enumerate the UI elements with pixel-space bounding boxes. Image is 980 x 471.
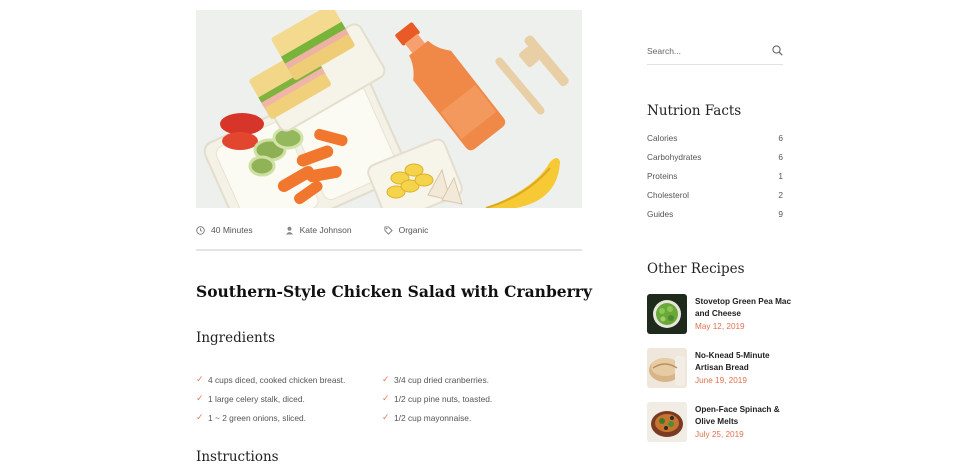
search-box	[647, 44, 783, 65]
ingredient-item: ✓ 1/2 cup mayonnaise.	[382, 412, 472, 423]
fact-count: 1	[778, 171, 783, 181]
fact-item[interactable]: Carbohydrates 6	[647, 152, 783, 171]
check-icon: ✓	[382, 412, 390, 422]
recipe-item[interactable]: Stovetop Green Pea Mac and Cheese May 12…	[647, 294, 797, 334]
hero-image	[196, 10, 582, 208]
recipe-title[interactable]: Stovetop Green Pea Mac and Cheese	[695, 296, 795, 319]
recipe-thumbnail[interactable]	[647, 294, 687, 334]
fact-count: 9	[778, 209, 783, 219]
fact-item[interactable]: Cholesterol 2	[647, 190, 783, 209]
recipe-title[interactable]: No-Knead 5-Minute Artisan Bread	[695, 350, 795, 373]
ingredients-heading: Ingredients	[196, 330, 276, 346]
ingredient-item: ✓ 4 cups diced, cooked chicken breast.	[196, 374, 346, 385]
lunchbox-illustration	[196, 10, 582, 208]
tag-icon	[384, 225, 393, 235]
nutrition-facts-list: Calories 6 Carbohydrates 6 Proteins 1 Chole…	[647, 133, 783, 228]
meta-author[interactable]: Kate Johnson	[285, 225, 352, 235]
search-input[interactable]	[647, 46, 757, 56]
recipe-item[interactable]: Open-Face Spinach & Olive Melts July 25,…	[647, 402, 797, 442]
divider	[196, 249, 582, 251]
post-title: Southern-Style Chicken Salad with Cranbe…	[196, 282, 592, 301]
ingredient-item: ✓ 1 ~ 2 green onions, sliced.	[196, 412, 307, 423]
meta-time: 40 Minutes	[196, 225, 253, 235]
check-icon: ✓	[196, 374, 204, 384]
meta-author-label[interactable]: Kate Johnson	[300, 225, 352, 235]
user-icon	[285, 226, 293, 235]
recipe-thumbnail[interactable]	[647, 402, 687, 442]
check-icon: ✓	[196, 393, 204, 403]
recipe-date: June 19, 2019	[695, 376, 747, 385]
recipe-thumbnail[interactable]	[647, 348, 687, 388]
ingredient-item: ✓ 1/2 cup pine nuts, toasted.	[382, 393, 493, 404]
clock-icon	[196, 225, 205, 235]
meta-time-label: 40 Minutes	[211, 225, 253, 235]
instructions-heading: Instructions	[196, 449, 279, 465]
search-icon[interactable]	[772, 45, 783, 56]
fact-count: 6	[778, 133, 783, 143]
ingredient-item: ✓ 1 large celery stalk, diced.	[196, 393, 305, 404]
check-icon: ✓	[196, 412, 204, 422]
fact-count: 2	[778, 190, 783, 200]
fact-item[interactable]: Proteins 1	[647, 171, 783, 190]
recipe-date: July 25, 2019	[695, 430, 744, 439]
ingredient-item: ✓ 3/4 cup dried cranberries.	[382, 374, 489, 385]
nutrition-facts-heading: Nutrion Facts	[647, 103, 742, 119]
post-meta: 40 Minutes Kate Johnson Organic	[196, 222, 582, 238]
meta-tag-label[interactable]: Organic	[399, 225, 429, 235]
meta-tag[interactable]: Organic	[384, 225, 429, 235]
other-recipes-heading: Other Recipes	[647, 261, 745, 277]
fact-count: 6	[778, 152, 783, 162]
ingredients-list-left: ✓ 4 cups diced, cooked chicken breast. ✓ 1…	[196, 370, 345, 427]
ingredients-list-right: ✓ 3/4 cup dried cranberries. ✓ 1/2 cup pin…	[382, 370, 492, 427]
check-icon: ✓	[382, 393, 390, 403]
check-icon: ✓	[382, 374, 390, 384]
fact-item[interactable]: Calories 6	[647, 133, 783, 152]
fact-item[interactable]: Guides 9	[647, 209, 783, 228]
recipe-item[interactable]: No-Knead 5-Minute Artisan Bread June 19,…	[647, 348, 797, 388]
recipe-date: May 12, 2019	[695, 322, 745, 331]
recipe-title[interactable]: Open-Face Spinach & Olive Melts	[695, 404, 795, 427]
